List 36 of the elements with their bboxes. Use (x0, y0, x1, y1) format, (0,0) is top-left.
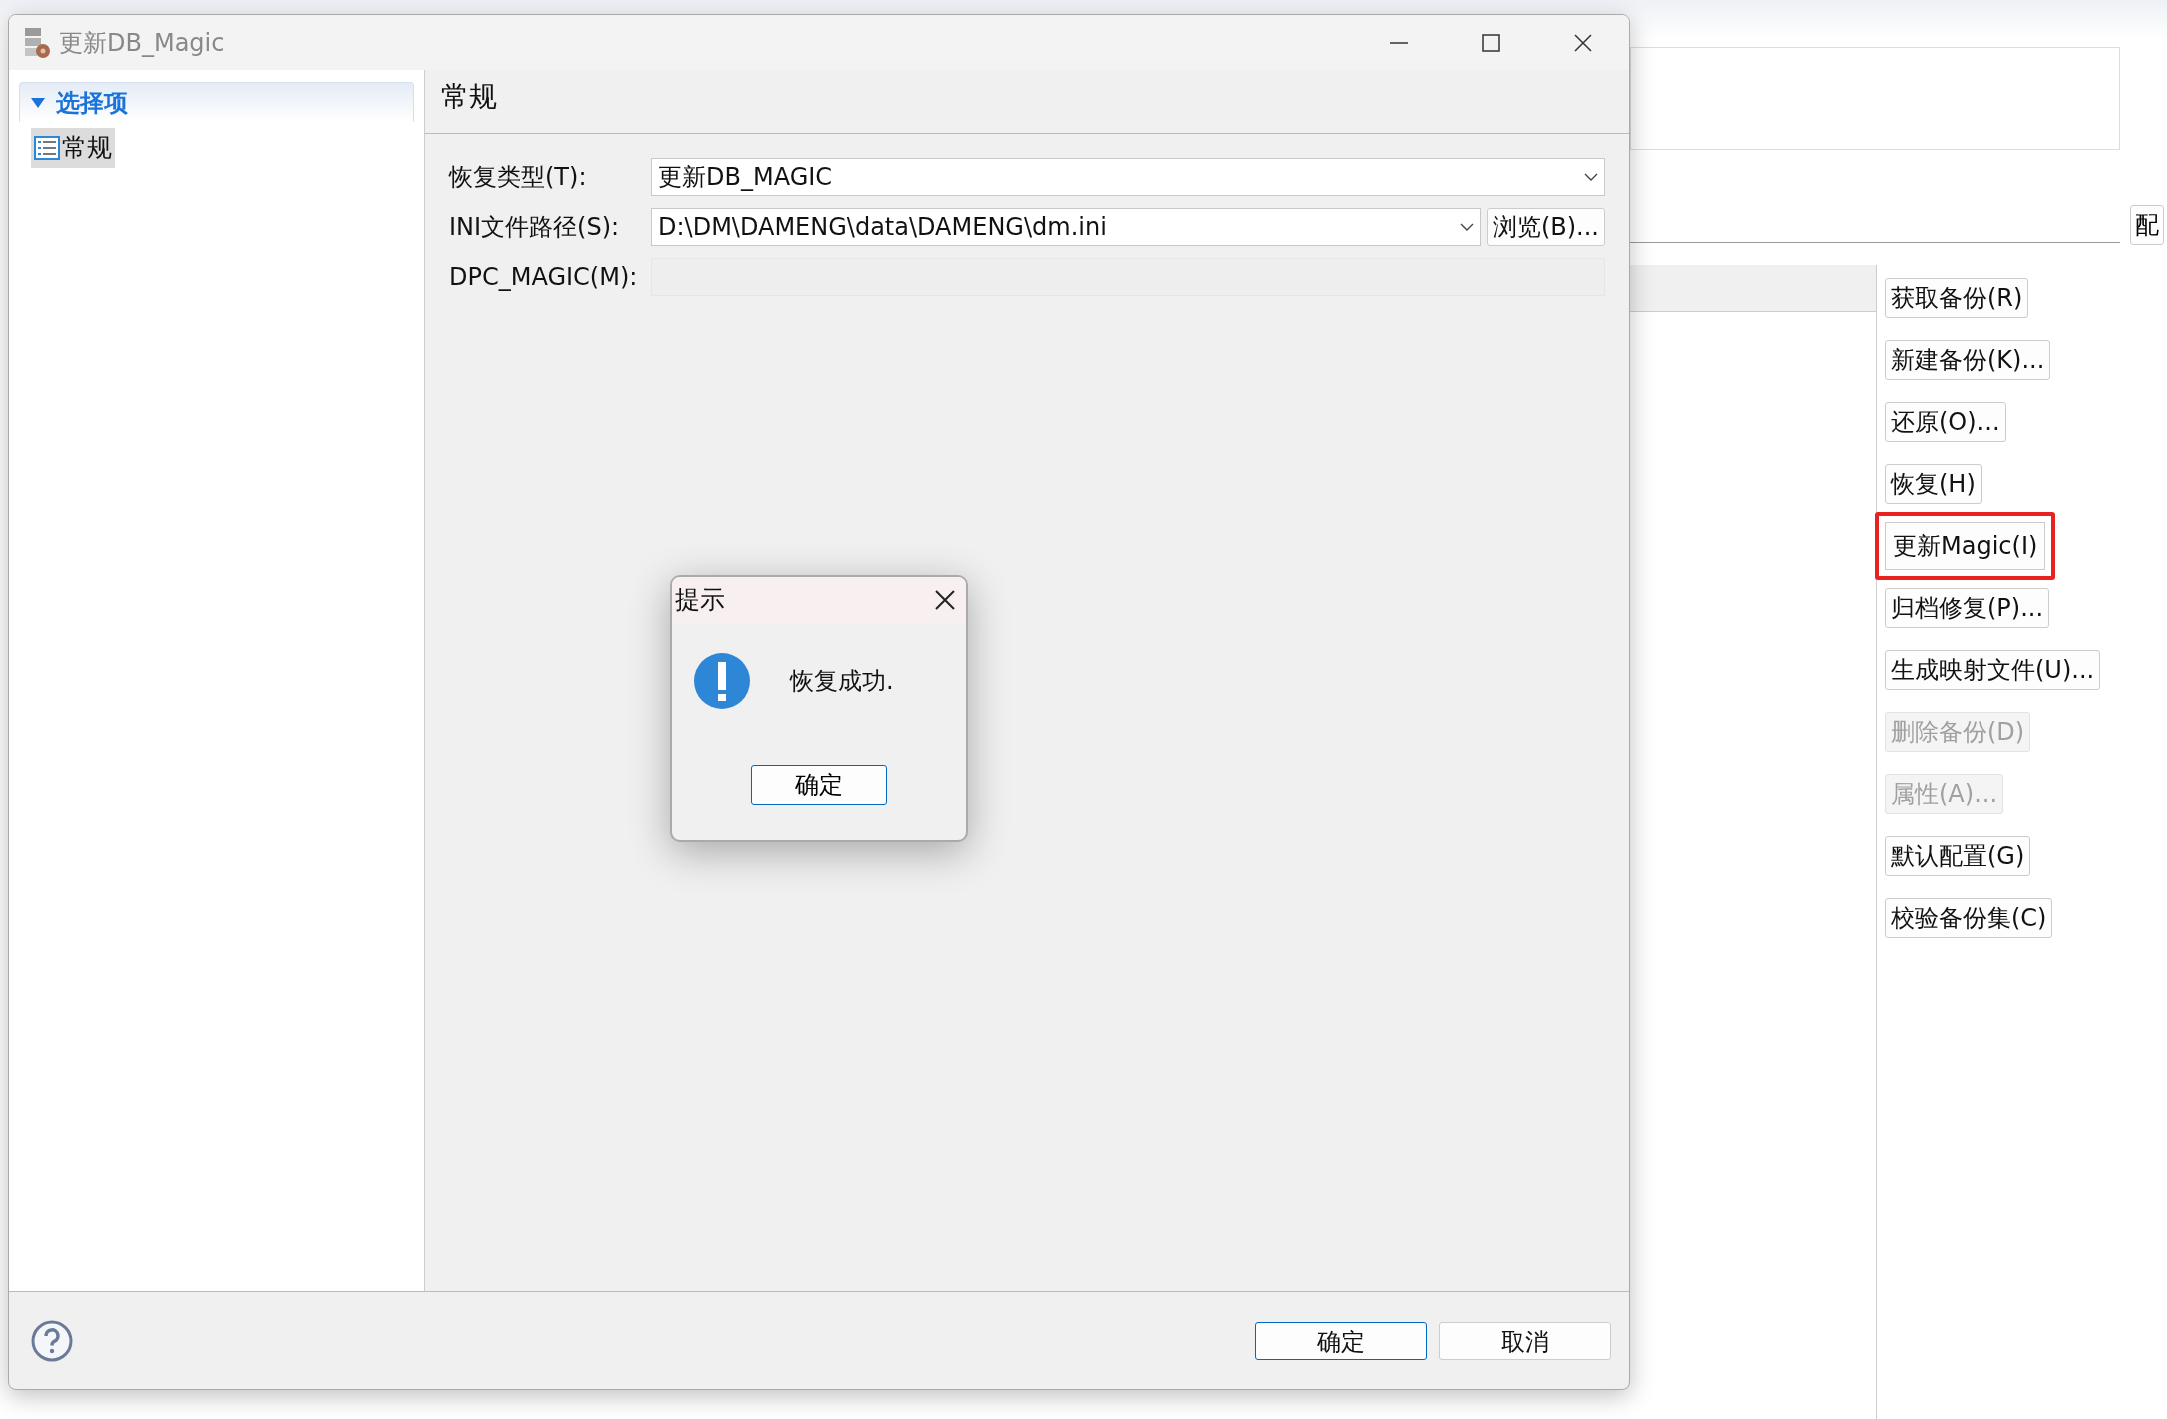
minimize-icon (1390, 41, 1408, 44)
list-icon (34, 135, 60, 160)
window-title: 更新DB_Magic (59, 27, 225, 59)
action-button[interactable]: 归档修复(P)... (1885, 588, 2050, 628)
info-exclamation-icon (694, 653, 750, 709)
dialog-button[interactable]: 取消 (1439, 1321, 1611, 1360)
ok-button[interactable]: 确定 (751, 765, 887, 805)
action-button[interactable]: 还原(O)... (1885, 402, 2006, 442)
field-label: 恢复类型(T): (449, 162, 588, 193)
tree-item[interactable]: 常规 (31, 128, 115, 168)
action-button[interactable]: 校验备份集(C) (1885, 898, 2053, 938)
close-icon (1573, 32, 1593, 53)
close-button[interactable] (934, 589, 956, 611)
dropdown-caret-icon (1459, 223, 1474, 231)
expand-arrow-icon[interactable] (30, 96, 46, 109)
action-button[interactable]: 获取备份(R) (1885, 278, 2029, 318)
action-button[interactable]: 更新Magic(I) (1875, 512, 2056, 580)
dialog-button[interactable]: 确定 (1255, 1321, 1427, 1360)
field-label: DPC_MAGIC(M): (449, 262, 639, 293)
field-label: INI文件路径(S): (449, 212, 621, 243)
action-button[interactable]: 恢复(H) (1885, 464, 1982, 504)
tree-header: 选择项 (56, 87, 128, 119)
section-title: 常规 (425, 70, 1629, 134)
help-icon[interactable] (31, 1319, 73, 1362)
browse-button[interactable]: 浏览(B)... (1486, 208, 1605, 246)
dialog-title: 提示 (675, 584, 725, 617)
message-text: 恢复成功. (790, 666, 894, 697)
database-gear-icon (23, 26, 51, 59)
action-button[interactable]: 新建备份(K)... (1885, 340, 2051, 380)
action-button[interactable]: 生成映射文件(U)... (1885, 650, 2101, 690)
action-button[interactable]: 默认配置(G) (1885, 836, 2031, 876)
dropdown-caret-icon (1584, 173, 1598, 181)
config-button[interactable]: 配 (2130, 205, 2164, 245)
combo-box[interactable]: 更新DB_MAGIC (651, 158, 1605, 196)
combo-box[interactable]: D:\DM\DAMENG\data\DAMENG\dm.ini (651, 208, 1481, 246)
maximize-icon (1481, 32, 1501, 53)
